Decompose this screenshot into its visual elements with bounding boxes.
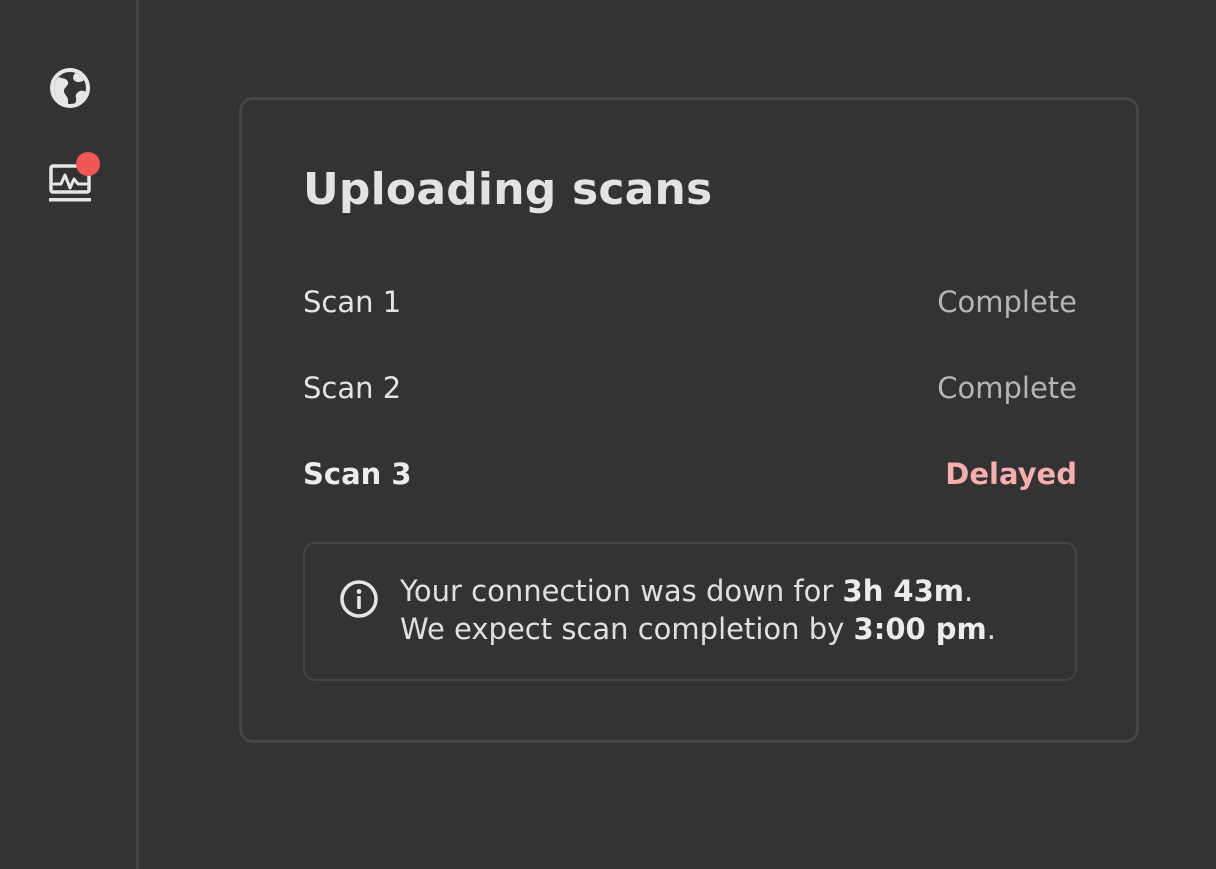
scan-status-delayed: Delayed bbox=[945, 457, 1077, 491]
card-title: Uploading scans bbox=[303, 164, 713, 215]
info-text: Your connection was down for 3h 43m. We … bbox=[400, 572, 996, 648]
globe-icon bbox=[50, 68, 90, 108]
scan-status: Complete bbox=[937, 371, 1077, 405]
info-line2-prefix: We expect scan completion by bbox=[400, 612, 854, 646]
scan-status: Complete bbox=[937, 285, 1077, 319]
scan-row: Scan 1 Complete bbox=[303, 282, 1077, 322]
notification-badge bbox=[76, 152, 100, 176]
scan-row: Scan 2 Complete bbox=[303, 368, 1077, 408]
completion-time-value: 3:00 pm bbox=[853, 612, 987, 646]
downtime-value: 3h 43m bbox=[842, 574, 965, 608]
upload-card: Uploading scans Scan 1 Complete Scan 2 C… bbox=[239, 97, 1139, 743]
info-line1-prefix: Your connection was down for bbox=[400, 574, 843, 608]
scan-name: Scan 3 bbox=[303, 457, 412, 491]
scan-name: Scan 1 bbox=[303, 285, 402, 319]
sidebar-item-monitor[interactable] bbox=[46, 152, 100, 206]
info-icon bbox=[340, 580, 378, 618]
info-callout: Your connection was down for 3h 43m. We … bbox=[303, 542, 1077, 681]
info-line-completion: We expect scan completion by 3:00 pm. bbox=[400, 610, 996, 648]
app-window: Uploading scans Scan 1 Complete Scan 2 C… bbox=[0, 0, 1216, 869]
scan-name: Scan 2 bbox=[303, 371, 402, 405]
info-line1-suffix: . bbox=[964, 574, 974, 608]
info-line-connection: Your connection was down for 3h 43m. bbox=[400, 572, 996, 610]
sidebar-item-globe[interactable] bbox=[46, 64, 94, 112]
info-line2-suffix: . bbox=[986, 612, 996, 646]
sidebar bbox=[0, 0, 139, 869]
scan-row-delayed: Scan 3 Delayed bbox=[303, 454, 1077, 494]
